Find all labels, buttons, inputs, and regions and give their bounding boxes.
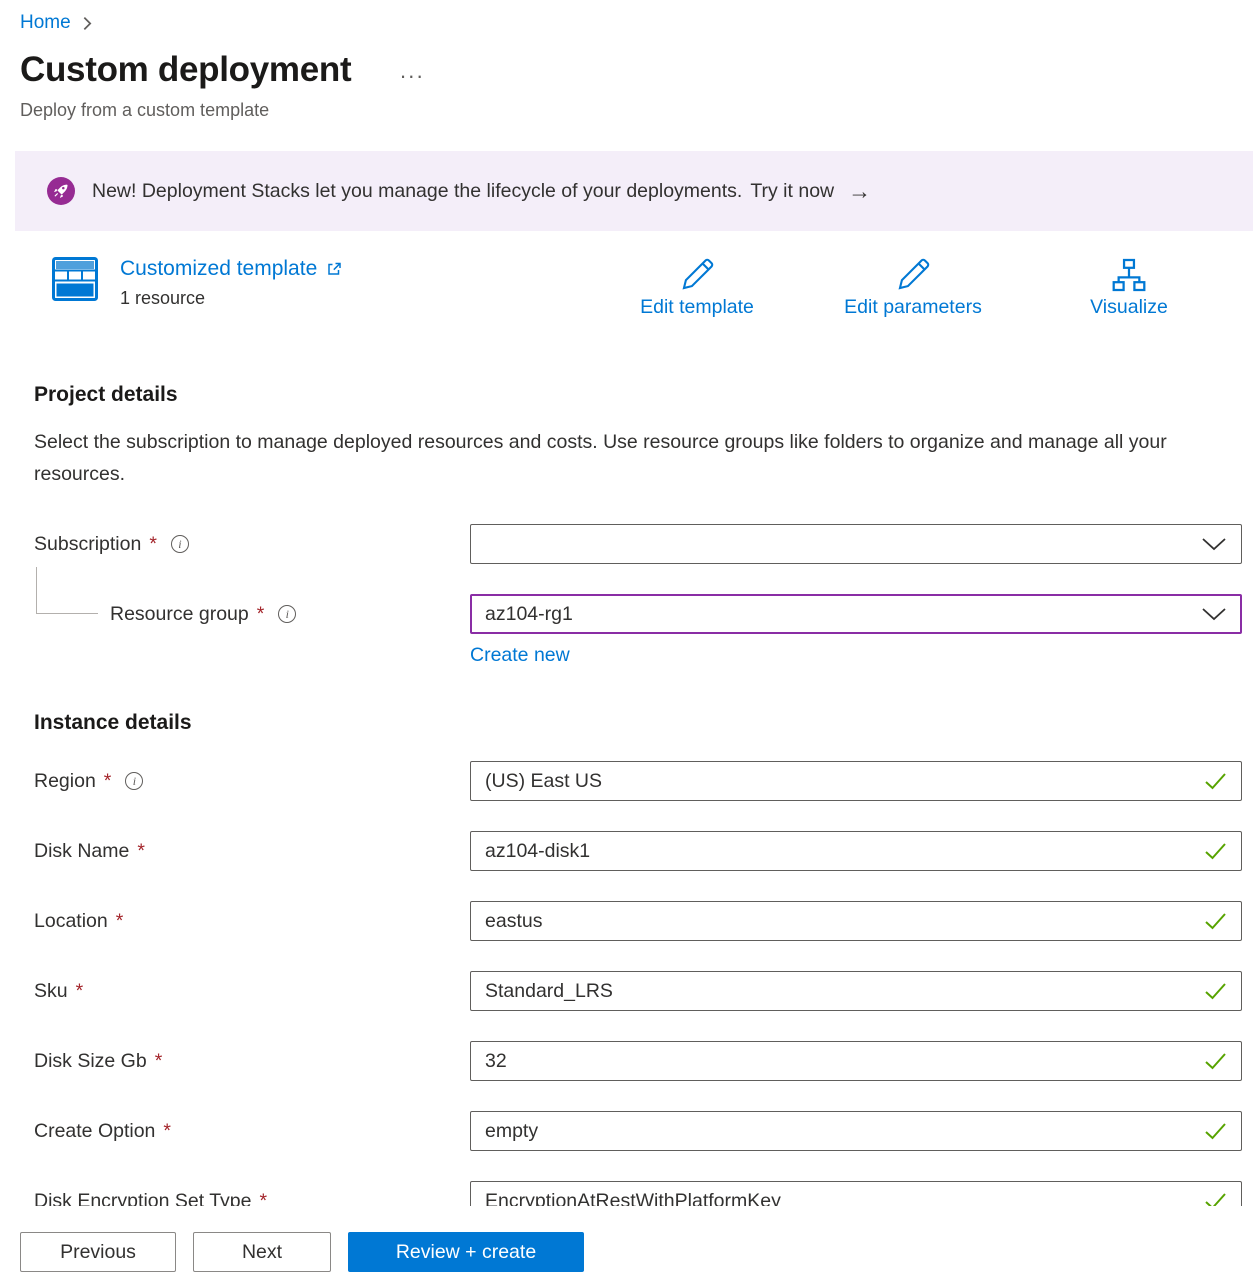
next-button[interactable]: Next — [193, 1232, 331, 1272]
sku-label: Sku — [34, 980, 68, 1003]
disk-size-row: Disk Size Gb * 32 — [34, 1041, 1253, 1081]
required-mark: * — [163, 1120, 171, 1143]
location-row: Location * eastus — [34, 901, 1253, 941]
arrow-right-icon: → — [848, 180, 871, 203]
subscription-row: Subscription * i — [34, 524, 1253, 564]
edit-pencil-icon — [679, 257, 715, 293]
subscription-dropdown[interactable] — [470, 524, 1242, 564]
edit-template-button[interactable]: Edit template — [617, 257, 777, 319]
external-link-icon — [326, 261, 342, 277]
region-label: Region — [34, 770, 96, 793]
checkmark-icon — [1204, 772, 1227, 790]
required-mark: * — [116, 910, 124, 933]
customized-template-link[interactable]: Customized template — [120, 257, 342, 281]
chevron-down-icon[interactable] — [1201, 607, 1227, 621]
banner-try-it-now-link[interactable]: Try it now → — [750, 180, 871, 203]
banner-message: New! Deployment Stacks let you manage th… — [92, 180, 742, 203]
disk-name-label: Disk Name — [34, 840, 129, 863]
disk-size-input[interactable]: 32 — [470, 1041, 1242, 1081]
location-label: Location — [34, 910, 108, 933]
required-mark: * — [137, 840, 145, 863]
more-options-icon[interactable]: ··· — [399, 51, 424, 89]
previous-button[interactable]: Previous — [20, 1232, 176, 1272]
info-icon[interactable]: i — [278, 605, 296, 623]
create-option-label: Create Option — [34, 1120, 155, 1143]
visualize-button[interactable]: Visualize — [1049, 257, 1209, 319]
resource-group-label: Resource group — [110, 603, 249, 626]
edit-pencil-icon — [895, 257, 931, 293]
location-input[interactable]: eastus — [470, 901, 1242, 941]
sku-input[interactable]: Standard_LRS — [470, 971, 1242, 1011]
sku-row: Sku * Standard_LRS — [34, 971, 1253, 1011]
instance-details-heading: Instance details — [34, 711, 1253, 735]
rocket-icon — [47, 177, 75, 205]
checkmark-icon — [1204, 1122, 1227, 1140]
checkmark-icon — [1204, 912, 1227, 930]
chevron-down-icon[interactable] — [1201, 537, 1227, 551]
breadcrumb-home-link[interactable]: Home — [20, 12, 71, 34]
template-bar: Customized template 1 resource Edit temp… — [52, 257, 1209, 319]
title-row: Custom deployment ··· — [20, 50, 1253, 90]
create-option-row: Create Option * empty — [34, 1111, 1253, 1151]
info-icon[interactable]: i — [125, 772, 143, 790]
project-details-heading: Project details — [34, 383, 1253, 407]
checkmark-icon — [1204, 1052, 1227, 1070]
review-create-button[interactable]: Review + create — [348, 1232, 584, 1272]
resource-group-dropdown[interactable]: az104-rg1 — [470, 594, 1242, 634]
tree-connector — [36, 567, 98, 614]
required-mark: * — [76, 980, 84, 1003]
deployment-stacks-banner: New! Deployment Stacks let you manage th… — [15, 151, 1253, 231]
subscription-label: Subscription — [34, 533, 141, 556]
disk-size-label: Disk Size Gb — [34, 1050, 147, 1073]
breadcrumb-chevron-icon — [81, 16, 93, 31]
region-row: Region * i (US) East US — [34, 761, 1253, 801]
disk-name-row: Disk Name * az104-disk1 — [34, 831, 1253, 871]
disk-name-input[interactable]: az104-disk1 — [470, 831, 1242, 871]
template-icon — [52, 257, 98, 301]
required-mark: * — [104, 770, 112, 793]
page-title: Custom deployment — [20, 50, 351, 90]
required-mark: * — [257, 603, 265, 626]
template-resource-count: 1 resource — [120, 288, 342, 309]
required-mark: * — [149, 533, 157, 556]
region-input[interactable]: (US) East US — [470, 761, 1242, 801]
footer-bar: Previous Next Review + create — [0, 1206, 1253, 1280]
required-mark: * — [155, 1050, 163, 1073]
project-details-description: Select the subscription to manage deploy… — [34, 427, 1189, 490]
breadcrumb: Home — [0, 0, 1253, 34]
create-new-link[interactable]: Create new — [470, 644, 570, 667]
info-icon[interactable]: i — [171, 535, 189, 553]
checkmark-icon — [1204, 982, 1227, 1000]
page-subtitle: Deploy from a custom template — [20, 100, 1253, 121]
visualize-icon — [1111, 257, 1147, 293]
resource-group-row: Resource group * i az104-rg1 — [34, 594, 1253, 634]
create-option-input[interactable]: empty — [470, 1111, 1242, 1151]
checkmark-icon — [1204, 842, 1227, 860]
edit-parameters-button[interactable]: Edit parameters — [833, 257, 993, 319]
